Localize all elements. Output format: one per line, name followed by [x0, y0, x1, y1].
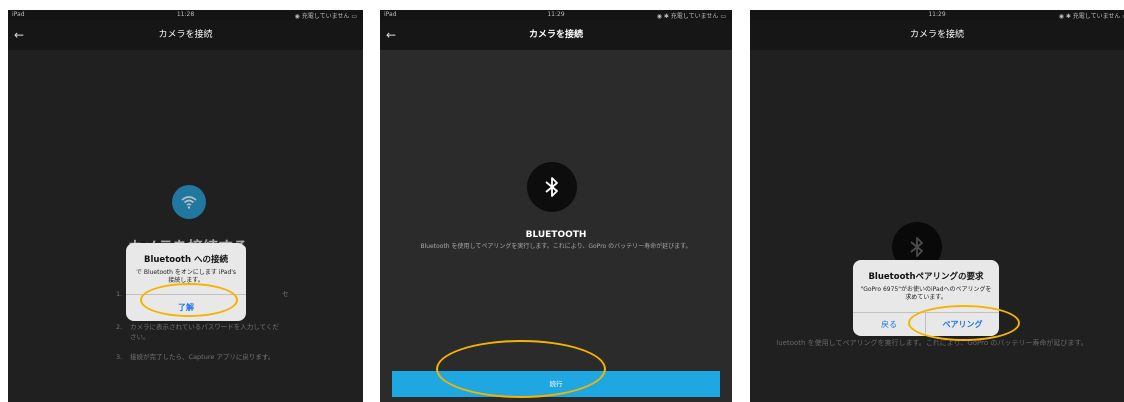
battery-status: ◉ 充電していません ▭ — [294, 13, 357, 20]
page-title: カメラを接続 — [909, 30, 964, 40]
screenshot-panel-1: iPad 11:28 ◉ 充電していません ▭ ← カメラを接続 カメラを接続す… — [8, 10, 363, 402]
back-arrow-icon[interactable]: ← — [386, 20, 396, 50]
highlight-ring — [140, 283, 238, 317]
dim-overlay — [750, 50, 1124, 402]
alert-title: Bluetooth への接続 — [143, 255, 229, 265]
page-title: カメラを接続 — [158, 30, 213, 40]
screenshot-panel-2: iPad 11:29 ◉ ✱ 充電していません ▭ ← カメラを接続 BLUET… — [380, 10, 732, 402]
battery-status: ◉ ✱ 充電していません ▭ — [1058, 13, 1124, 20]
screenshot-panel-3: 11:29 ◉ ✱ 充電していません ▭ カメラを接続 luetooth を使用… — [750, 10, 1124, 402]
status-bar: iPad 11:28 ◉ 充電していません ▭ — [8, 10, 363, 20]
alert-title: Bluetoothペアリングの要求 — [868, 272, 984, 282]
bluetooth-description: Bluetooth を使用してペアリングを実行します。これにより、GoPro の… — [420, 243, 692, 250]
bluetooth-heading: BLUETOOTH — [525, 230, 587, 240]
nav-bar: ← カメラを接続 — [8, 20, 363, 50]
highlight-ring — [436, 340, 606, 398]
page-title: カメラを接続 — [528, 30, 583, 40]
battery-status: ◉ ✱ 充電していません ▭ — [656, 13, 726, 20]
highlight-ring — [908, 305, 1020, 341]
status-bar: 11:29 ◉ ✱ 充電していません ▭ — [750, 10, 1124, 20]
nav-bar: カメラを接続 — [750, 20, 1124, 50]
status-bar: iPad 11:29 ◉ ✱ 充電していません ▭ — [380, 10, 732, 20]
alert-message: "GoPro 6975"がお使いのiPadへのペアリングを求めています。 — [860, 286, 992, 301]
nav-bar: ← カメラを接続 — [380, 20, 732, 50]
bluetooth-icon — [527, 162, 577, 212]
dim-overlay — [8, 50, 363, 402]
back-arrow-icon[interactable]: ← — [14, 20, 24, 50]
